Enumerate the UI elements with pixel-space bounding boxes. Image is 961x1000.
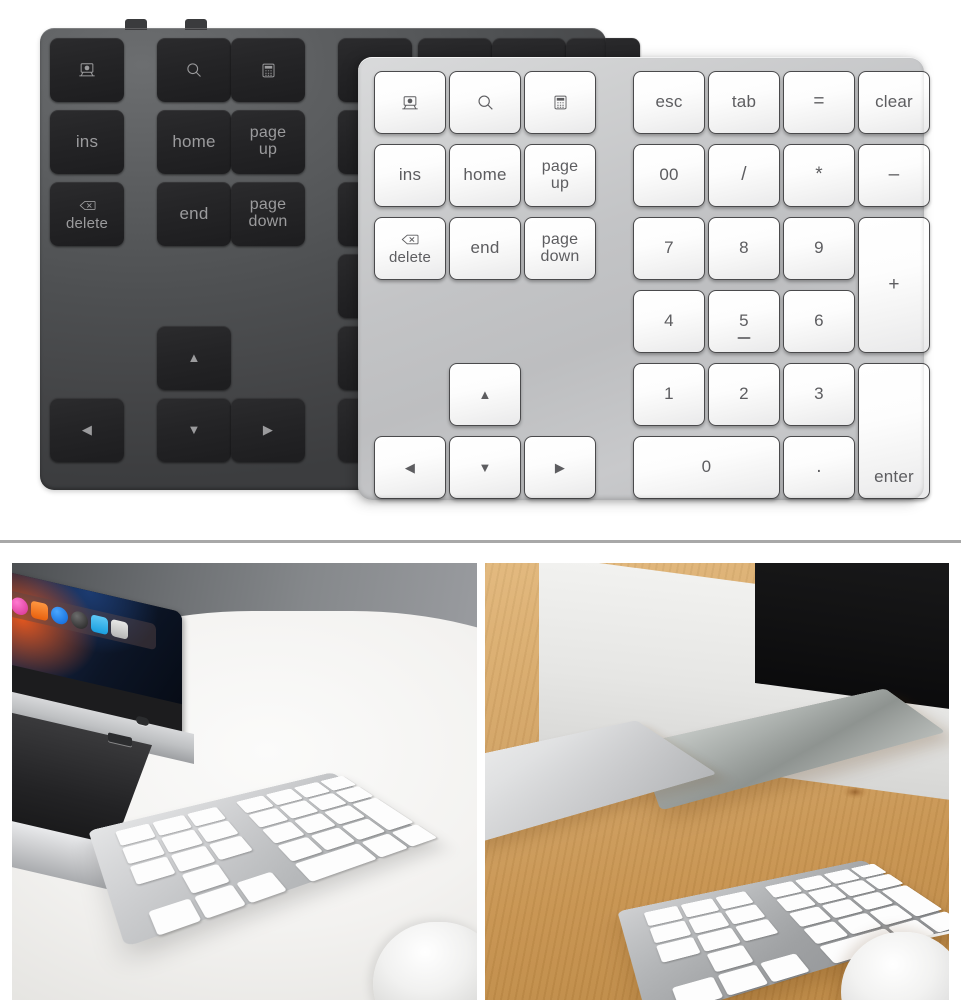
key-3-silver[interactable]: 3 — [783, 363, 855, 426]
key-6-silver[interactable]: 6 — [783, 290, 855, 353]
forward-delete-icon — [79, 197, 96, 215]
key-page-up-silver[interactable]: page up — [524, 144, 596, 207]
hinge-notch-left — [125, 19, 147, 30]
downloads-folder-icon — [91, 613, 108, 635]
key-arrow-up-silver[interactable]: ▲ — [449, 363, 521, 426]
arrow-left-icon: ◀ — [81, 422, 93, 438]
key-arrow-left-silver[interactable]: ◀ — [374, 436, 446, 499]
ibooks-icon — [31, 599, 48, 621]
key-0-silver[interactable]: 0 — [633, 436, 780, 499]
screen-lock-icon — [78, 61, 96, 79]
key-delete-label-dark: delete — [65, 214, 109, 232]
key-calculator-dark[interactable] — [231, 38, 305, 102]
key-multiply-silver[interactable]: * — [783, 144, 855, 207]
key-arrow-up-dark[interactable]: ▲ — [157, 326, 231, 390]
key-minus-silver[interactable]: – — [858, 144, 930, 207]
key-1-silver[interactable]: 1 — [633, 363, 705, 426]
key-divide-silver[interactable]: / — [708, 144, 780, 207]
forward-delete-icon — [401, 231, 419, 249]
key-screen-lock-dark[interactable] — [50, 38, 124, 102]
search-icon — [185, 61, 203, 79]
app-store-icon — [51, 604, 68, 626]
magic-keyboard — [485, 707, 718, 871]
search-icon — [476, 93, 495, 112]
arrow-left-icon: ◀ — [404, 459, 416, 475]
key-2-silver[interactable]: 2 — [708, 363, 780, 426]
silver-numeric-keypad-photo — [88, 750, 438, 948]
arrow-down-icon: ▼ — [187, 422, 201, 438]
key-search-silver[interactable] — [449, 71, 521, 134]
key-arrow-down-dark[interactable]: ▼ — [157, 398, 231, 462]
time-machine-icon — [71, 609, 88, 631]
key-ins-silver[interactable]: ins — [374, 144, 446, 207]
key-search-dark[interactable] — [157, 38, 231, 102]
screen-lock-icon — [401, 94, 419, 112]
key-end-silver[interactable]: end — [449, 217, 521, 280]
hinge-notch-right — [185, 19, 207, 30]
calculator-icon — [552, 94, 569, 111]
key-arrow-left-dark[interactable]: ◀ — [50, 398, 124, 462]
product-gallery-page: esc ins home page up 00 delete — [0, 0, 961, 1000]
key-page-down-dark[interactable]: page down — [231, 182, 305, 246]
key-page-down-silver[interactable]: page down — [524, 217, 596, 280]
key-9-silver[interactable]: 9 — [783, 217, 855, 280]
trash-icon — [111, 618, 128, 640]
key-clear-silver[interactable]: clear — [858, 71, 930, 134]
key-5-silver[interactable]: 5 — [708, 290, 780, 353]
photo-keypad-with-macbook — [12, 563, 477, 1000]
arrow-down-icon: ▼ — [478, 459, 492, 475]
key-arrow-right-silver[interactable]: ▶ — [524, 436, 596, 499]
key-arrow-down-silver[interactable]: ▼ — [449, 436, 521, 499]
key-esc-silver[interactable]: esc — [633, 71, 705, 134]
key-decimal-silver[interactable]: . — [783, 436, 855, 499]
arrow-right-icon: ▶ — [554, 459, 566, 475]
key-8-silver[interactable]: 8 — [708, 217, 780, 280]
key-4-silver[interactable]: 4 — [633, 290, 705, 353]
key-double-zero-silver[interactable]: 00 — [633, 144, 705, 207]
key-ins-dark[interactable]: ins — [50, 110, 124, 174]
section-divider — [0, 540, 961, 543]
key-end-dark[interactable]: end — [157, 182, 231, 246]
key-screen-lock-silver[interactable] — [374, 71, 446, 134]
hero-product-shot: esc ins home page up 00 delete — [0, 0, 961, 540]
arrow-up-icon: ▲ — [478, 386, 492, 402]
key-home-silver[interactable]: home — [449, 144, 521, 207]
arrow-right-icon: ▶ — [262, 422, 274, 438]
key-delete-silver[interactable]: delete — [374, 217, 446, 280]
key-delete-label-silver: delete — [388, 249, 432, 267]
key-delete-dark[interactable]: delete — [50, 182, 124, 246]
key-page-up-dark[interactable]: page up — [231, 110, 305, 174]
lifestyle-photo-row — [0, 563, 961, 1000]
photo-keypad-with-imac — [485, 563, 949, 1000]
calculator-icon — [260, 62, 277, 79]
key-arrow-right-dark[interactable]: ▶ — [231, 398, 305, 462]
arrow-up-icon: ▲ — [187, 350, 201, 366]
key-7-silver[interactable]: 7 — [633, 217, 705, 280]
keypad-silver: esc tab = clear ins home page up 00 / * … — [358, 57, 930, 500]
itunes-icon — [12, 595, 28, 617]
key-home-dark[interactable]: home — [157, 110, 231, 174]
key-calculator-silver[interactable] — [524, 71, 596, 134]
key-plus-silver[interactable]: + — [858, 217, 930, 353]
key-tab-silver[interactable]: tab — [708, 71, 780, 134]
key-equals-silver[interactable]: = — [783, 71, 855, 134]
key-enter-silver[interactable]: enter — [858, 363, 930, 499]
